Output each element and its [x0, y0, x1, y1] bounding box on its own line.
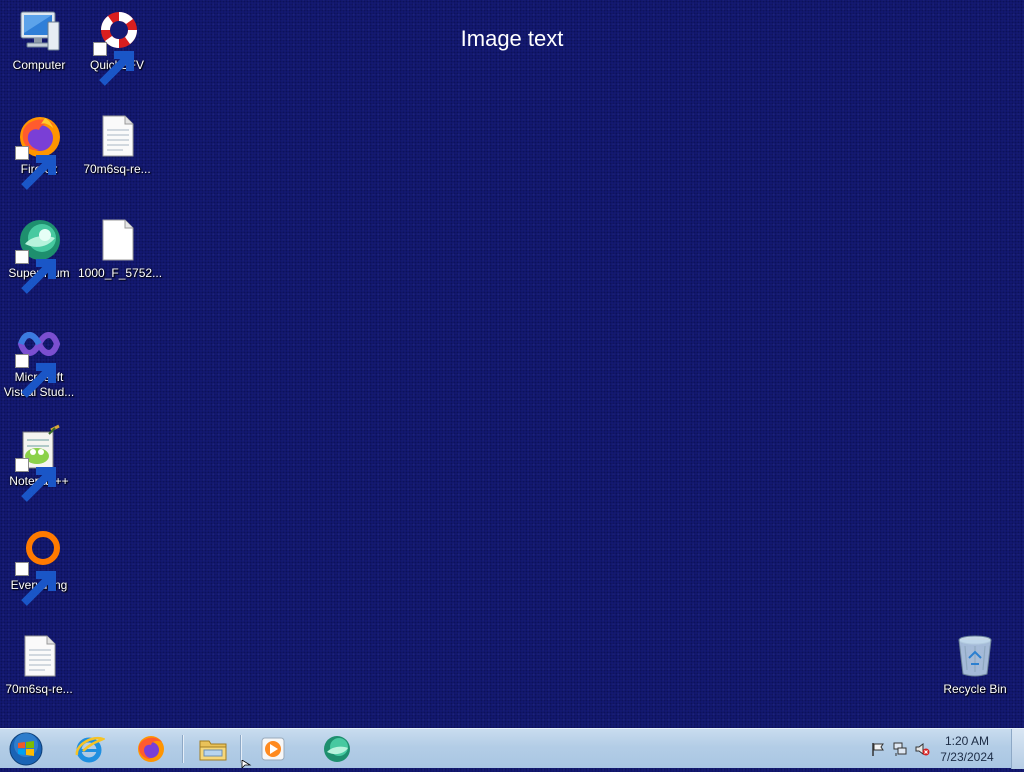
desktop-icon-label: 70m6sq-re...: [5, 682, 73, 696]
windows-orb-icon: [9, 732, 43, 766]
clock-time: 1:20 AM: [944, 734, 990, 748]
desktop[interactable]: Image text Computer Firefox Supermium Mi…: [0, 0, 1024, 728]
notepadpp-icon: [15, 424, 63, 502]
shortcut-arrow-icon: [93, 42, 134, 86]
start-button[interactable]: [6, 731, 46, 767]
desktop-icon-label: Recycle Bin: [943, 682, 1007, 696]
desktop-icon-visual-studio[interactable]: Microsoft Visual Stud...: [0, 320, 78, 400]
desktop-icon-text-file[interactable]: 70m6sq-re...: [78, 112, 156, 177]
network-icon[interactable]: [892, 741, 908, 757]
desktop-icon-everything[interactable]: Everything: [0, 528, 78, 606]
blank-file-icon: [93, 216, 141, 264]
computer-icon: [15, 8, 63, 56]
taskbar-separator: [182, 735, 184, 763]
folder-icon: [199, 740, 227, 761]
show-desktop-button[interactable]: [1011, 729, 1024, 769]
desktop-icon-label: 1000_F_5752...: [78, 266, 163, 280]
everything-icon: [15, 528, 63, 606]
lifebuoy-icon: [93, 8, 141, 86]
desktop-icon-supermium[interactable]: Supermium: [0, 216, 78, 294]
clock-date: 7/23/2024: [940, 750, 994, 764]
text-file-icon: [93, 112, 141, 160]
desktop-icon-quicksfv[interactable]: QuickSFV: [78, 8, 156, 86]
taskbar: 1:20 AM 7/23/2024: [0, 728, 1024, 769]
desktop-icon-recycle-bin[interactable]: Recycle Bin: [936, 632, 1014, 697]
taskbar-firefox-button[interactable]: [126, 731, 176, 767]
taskbar-clock[interactable]: 1:20 AM 7/23/2024: [932, 733, 1002, 765]
firefox-icon: [138, 736, 164, 762]
taskbar-media-player-button[interactable]: [248, 731, 298, 767]
shortcut-arrow-icon: [15, 562, 56, 606]
shortcut-arrow-icon: [15, 458, 56, 502]
system-tray: 1:20 AM 7/23/2024: [854, 729, 1024, 769]
supermium-icon: [15, 216, 63, 294]
taskbar-explorer-button[interactable]: [188, 731, 238, 767]
taskbar-ie-button[interactable]: [64, 731, 114, 767]
visual-studio-icon: [15, 320, 63, 398]
flag-icon[interactable]: [870, 741, 886, 757]
shortcut-arrow-icon: [15, 146, 56, 190]
desktop-icon-label: Computer: [12, 58, 66, 72]
desktop-icon-notepadpp[interactable]: Notepad++: [0, 424, 78, 502]
mouse-cursor-icon: [241, 760, 252, 768]
firefox-icon: [15, 112, 63, 190]
text-file-icon: [15, 632, 63, 680]
desktop-icon-label: 70m6sq-re...: [83, 162, 151, 176]
shortcut-arrow-icon: [15, 354, 56, 398]
ie-icon: [75, 736, 105, 763]
volume-muted-icon[interactable]: [914, 741, 930, 757]
shortcut-arrow-icon: [15, 250, 56, 294]
recycle-bin-icon: [951, 632, 999, 680]
supermium-icon: [324, 736, 350, 762]
taskbar-separator: [240, 735, 242, 763]
desktop-icon-blank-file[interactable]: 1000_F_5752...: [78, 216, 163, 281]
media-player-icon: [261, 737, 285, 761]
taskbar-supermium-button[interactable]: [312, 731, 362, 767]
desktop-icon-computer[interactable]: Computer: [0, 8, 78, 73]
desktop-icon-firefox[interactable]: Firefox: [0, 112, 78, 190]
desktop-icon-text-file[interactable]: 70m6sq-re...: [0, 632, 78, 697]
